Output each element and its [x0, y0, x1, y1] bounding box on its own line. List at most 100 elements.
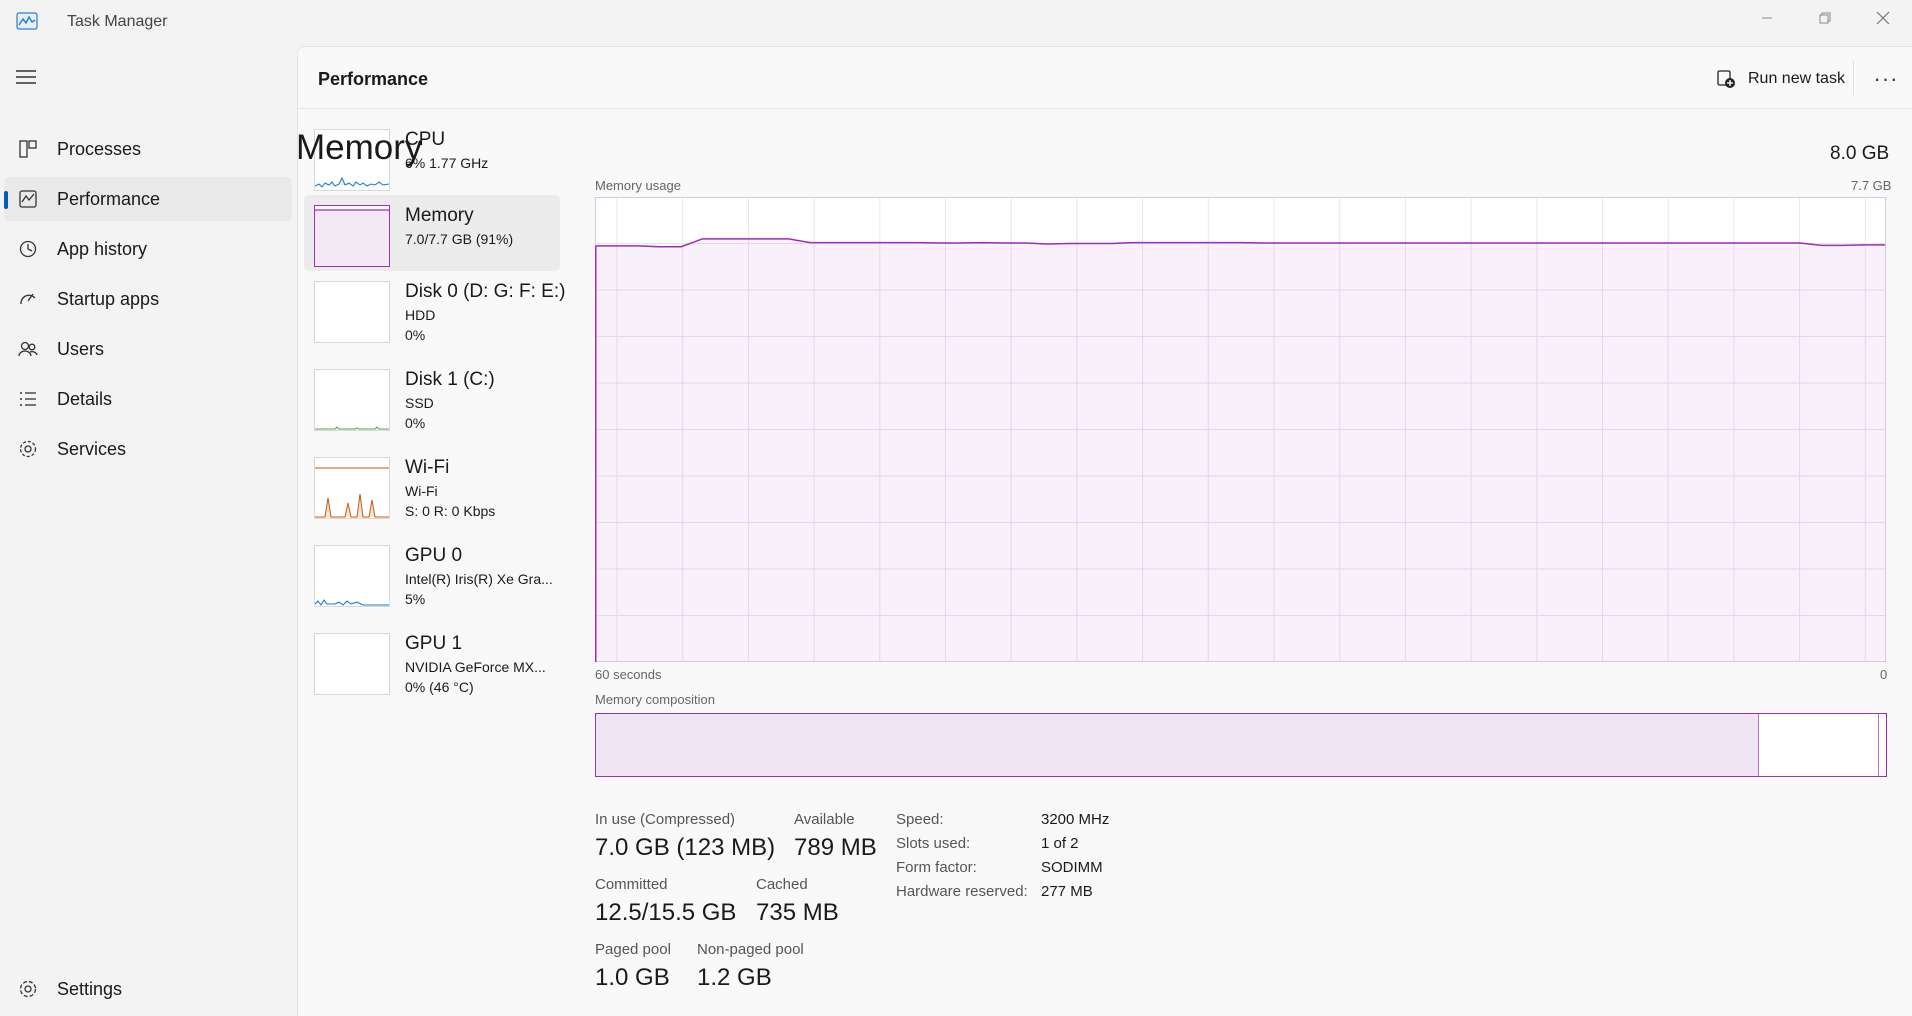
app-history-icon — [18, 239, 38, 259]
task-manager-app-icon — [16, 12, 38, 30]
device-item-memory[interactable]: Memory 7.0/7.7 GB (91%) — [304, 195, 560, 271]
device-name: GPU 1 — [405, 633, 463, 654]
paged-pool-label: Paged pool — [595, 941, 671, 958]
nav-label: Settings — [57, 979, 123, 999]
navigation-pane: Processes Performance App history Startu… — [0, 44, 297, 1016]
memory-composition-label: Memory composition — [595, 692, 715, 707]
wifi-thumbnail-graph — [314, 457, 390, 519]
page-title: Performance — [318, 69, 429, 89]
close-button[interactable] — [1854, 0, 1912, 36]
restore-button[interactable] — [1796, 0, 1854, 36]
nav-label: Users — [57, 339, 105, 359]
slots-used-label: Slots used: — [896, 835, 971, 852]
hamburger-menu-icon[interactable] — [15, 68, 37, 86]
composition-in-use-segment[interactable] — [596, 714, 1759, 776]
more-options-icon: ··· — [1873, 66, 1899, 91]
details-icon — [18, 389, 38, 409]
nav-item-processes[interactable]: Processes — [4, 127, 292, 171]
memory-total: 8.0 GB — [1830, 143, 1890, 164]
device-name: Disk 0 (D: G: F: E:) — [405, 281, 566, 302]
device-detail: S: 0 R: 0 Kbps — [405, 503, 496, 519]
memory-usage-graph — [595, 197, 1886, 662]
restore-icon — [1819, 12, 1831, 24]
memory-usage-area — [595, 238, 1886, 662]
settings-gear-icon — [18, 979, 38, 999]
device-name: Disk 1 (C:) — [405, 369, 495, 390]
form-factor-label: Form factor: — [896, 859, 977, 876]
minimize-icon — [1762, 17, 1772, 19]
device-type: SSD — [405, 395, 434, 411]
cached-label: Cached — [756, 876, 808, 893]
available-label: Available — [794, 811, 855, 828]
memory-usage-max: 7.7 GB — [1851, 178, 1892, 193]
processes-icon — [18, 139, 38, 159]
device-detail: 0% (46 °C) — [405, 679, 474, 695]
device-item-disk-0[interactable]: Disk 0 (D: G: F: E:) HDD 0% — [304, 271, 565, 347]
nav-item-app-history[interactable]: App history — [4, 227, 292, 271]
device-detail: 0% — [405, 415, 426, 431]
device-name: Memory — [405, 205, 474, 226]
memory-title: Memory — [296, 128, 423, 167]
page-header: Performance Run new task ··· — [298, 47, 1912, 109]
non-paged-pool-value: 1.2 GB — [697, 964, 772, 991]
nav-label: Details — [57, 389, 113, 409]
committed-label: Committed — [595, 876, 668, 893]
device-detail: 7.0/7.7 GB (91%) — [405, 231, 514, 247]
nav-item-startup-apps[interactable]: Startup apps — [4, 277, 292, 321]
device-type: HDD — [405, 307, 436, 323]
performance-icon — [18, 189, 38, 209]
window-title: Task Manager — [67, 13, 168, 30]
form-factor-value: SODIMM — [1041, 859, 1103, 876]
nav-label: App history — [57, 239, 148, 259]
nav-item-performance[interactable]: Performance — [4, 177, 292, 221]
available-value: 789 MB — [794, 834, 877, 861]
graph-time-right: 0 — [1880, 667, 1888, 682]
nav-item-details[interactable]: Details — [4, 377, 292, 421]
users-icon — [18, 339, 38, 359]
memory-composition-bar — [595, 713, 1887, 777]
paged-pool-value: 1.0 GB — [595, 964, 670, 991]
device-name: GPU 0 — [405, 545, 463, 566]
services-icon — [18, 439, 38, 459]
nav-item-services[interactable]: Services — [4, 427, 292, 471]
more-options-button[interactable]: ··· — [1870, 65, 1902, 93]
in-use-value: 7.0 GB (123 MB) — [595, 834, 776, 861]
in-use-label: In use (Compressed) — [595, 811, 736, 828]
hardware-reserved-value: 277 MB — [1041, 883, 1093, 900]
nav-item-users[interactable]: Users — [4, 327, 292, 371]
speed-label: Speed: — [896, 811, 944, 828]
device-type: Intel(R) Iris(R) Xe Gra... — [405, 571, 553, 587]
device-type: Wi-Fi — [405, 483, 438, 499]
device-name: Wi-Fi — [405, 457, 450, 478]
run-new-task-button[interactable]: Run new task — [1716, 66, 1845, 92]
disk-0-thumbnail-graph — [314, 281, 390, 343]
minimize-button[interactable] — [1738, 0, 1796, 36]
hardware-reserved-label: Hardware reserved: — [896, 883, 1028, 900]
nav-label: Performance — [57, 189, 161, 209]
slots-used-value: 1 of 2 — [1041, 835, 1079, 852]
graph-time-left: 60 seconds — [595, 667, 662, 682]
title-bar: Task Manager — [0, 0, 1912, 44]
device-item-gpu-0[interactable]: GPU 0 Intel(R) Iris(R) Xe Gra... 5% — [304, 535, 560, 611]
nav-label: Services — [57, 439, 127, 459]
nav-label: Processes — [57, 139, 142, 159]
header-divider — [1853, 61, 1854, 95]
run-task-icon — [1717, 70, 1735, 88]
disk-1-thumbnail-graph — [314, 369, 390, 431]
device-item-gpu-1[interactable]: GPU 1 NVIDIA GeForce MX... 0% (46 °C) — [304, 623, 560, 699]
composition-standby-segment[interactable] — [1759, 714, 1879, 776]
active-indicator — [4, 191, 8, 209]
memory-thumbnail-graph — [314, 205, 390, 267]
nav-item-settings[interactable]: Settings — [4, 967, 292, 1011]
close-icon — [1876, 11, 1890, 25]
run-new-task-label: Run new task — [1748, 70, 1845, 87]
device-detail: 0% — [405, 327, 426, 343]
device-item-disk-1[interactable]: Disk 1 (C:) SSD 0% — [304, 359, 560, 435]
device-item-wifi[interactable]: Wi-Fi Wi-Fi S: 0 R: 0 Kbps — [304, 447, 560, 523]
device-type: NVIDIA GeForce MX... — [405, 659, 546, 675]
gpu-0-thumbnail-graph — [314, 545, 390, 607]
startup-apps-icon — [18, 289, 38, 309]
speed-value: 3200 MHz — [1041, 811, 1110, 828]
nav-label: Startup apps — [57, 289, 160, 309]
cached-value: 735 MB — [756, 899, 839, 926]
